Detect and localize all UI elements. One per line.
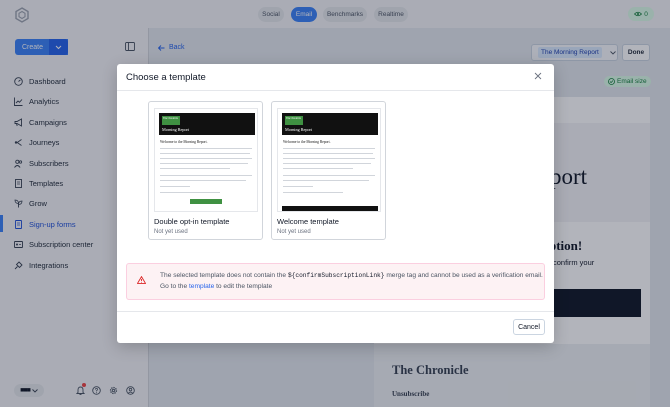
thumb-headline: Morning Report — [285, 127, 313, 132]
template-thumbnail: The Chronicle Morning Report Welcome to … — [277, 108, 381, 212]
modal-title: Choose a template — [126, 72, 206, 83]
alert-message: The selected template does not contain t… — [160, 272, 543, 279]
thumb-welcome: Welcome to the Morning Report. — [283, 140, 331, 144]
thumb-welcome: Welcome to the Morning Report. — [160, 140, 208, 144]
cancel-button[interactable]: Cancel — [513, 319, 545, 335]
warning-triangle-icon — [137, 276, 146, 284]
thumb-footer — [282, 206, 378, 211]
template-status: Not yet used — [154, 229, 188, 235]
close-icon[interactable] — [534, 72, 542, 80]
alert-instruction: Go to the template to edit the template — [160, 283, 273, 290]
template-thumbnail: The Chronicle Morning Report Welcome to … — [154, 108, 258, 212]
template-name: Double opt-in template — [154, 217, 230, 226]
template-card-welcome[interactable]: The Chronicle Morning Report Welcome to … — [271, 101, 386, 240]
thumb-logo: The Chronicle — [285, 116, 303, 125]
template-name: Welcome template — [277, 217, 339, 226]
merge-tag-code: ${confirmSubscriptionLink} — [287, 272, 385, 279]
choose-template-modal: Choose a template The Chronicle Morning … — [117, 64, 554, 343]
thumb-button — [190, 199, 222, 204]
thumb-headline: Morning Report — [162, 127, 190, 132]
verification-warning-alert: The selected template does not contain t… — [126, 263, 545, 300]
template-card-double-opt-in[interactable]: The Chronicle Morning Report Welcome to … — [148, 101, 263, 240]
thumb-logo: The Chronicle — [162, 116, 180, 125]
template-link[interactable]: template — [189, 283, 214, 290]
modal-divider — [117, 90, 554, 91]
template-status: Not yet used — [277, 229, 311, 235]
modal-footer-divider — [117, 311, 554, 312]
